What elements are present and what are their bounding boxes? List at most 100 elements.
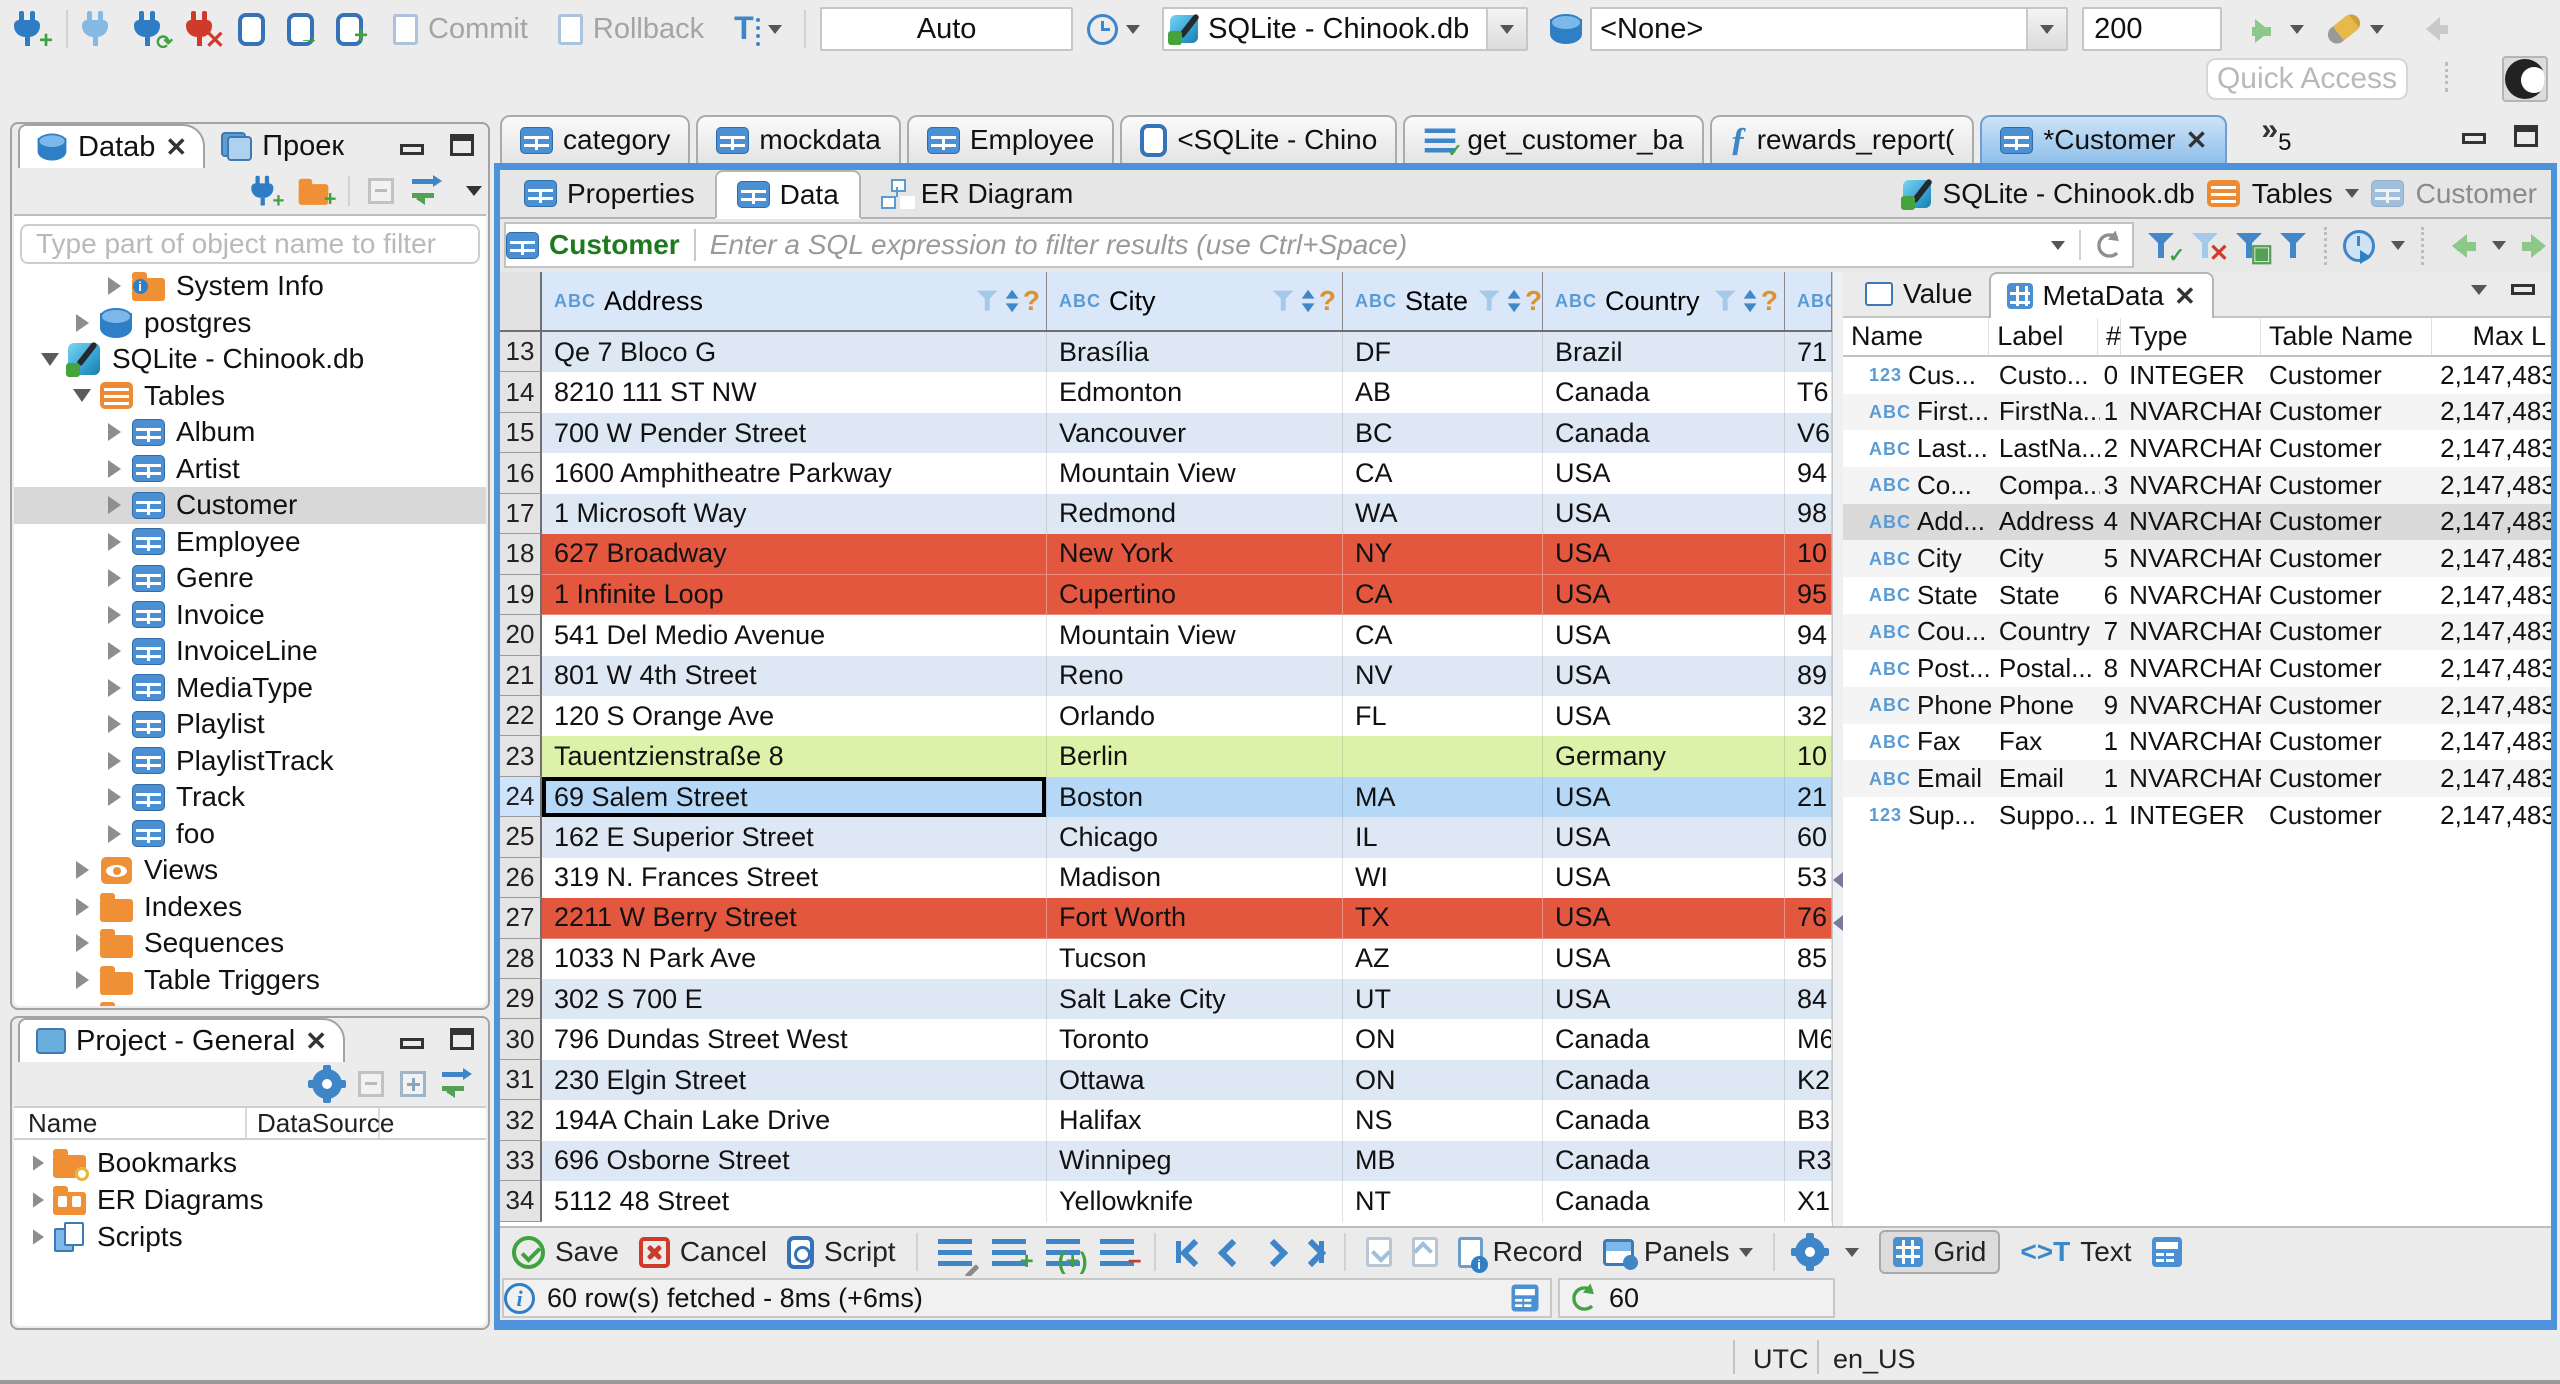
delete-row-icon[interactable]: − xyxy=(1099,1238,1142,1273)
previous-row-icon[interactable] xyxy=(1218,1239,1240,1265)
cell[interactable]: Winnipeg xyxy=(1047,1140,1343,1182)
view-menu-icon[interactable] xyxy=(466,186,482,196)
cell[interactable]: Canada xyxy=(1543,1181,1785,1222)
cell[interactable]: 2211 W Berry Street xyxy=(542,898,1047,939)
cell[interactable]: Cupertino xyxy=(1047,574,1343,616)
cell[interactable]: DF xyxy=(1343,332,1543,373)
meta-row-lastna[interactable]: ABC Last... LastNa... 2 NVARCHAR Customer 2,14… xyxy=(1843,430,2551,467)
cell[interactable]: USA xyxy=(1543,574,1785,616)
filter-history-dropdown-icon[interactable] xyxy=(2051,240,2065,250)
cell[interactable]: V6 xyxy=(1785,412,1832,454)
editor-tab-category[interactable]: category xyxy=(500,115,691,163)
cell[interactable]: 302 S 700 E xyxy=(542,979,1047,1020)
cell[interactable]: NY xyxy=(1343,534,1543,575)
tree-item-sqlite-chinook-db[interactable]: SQLite - Chinook.db xyxy=(14,341,486,378)
project-collapse-icon[interactable] xyxy=(358,1071,384,1097)
quick-access-input[interactable]: Quick Access xyxy=(2206,58,2408,100)
tab-data[interactable]: Data xyxy=(714,170,861,219)
meta-row-state[interactable]: ABC State State 6 NVARCHAR Customer 2,147,483 xyxy=(1843,577,2551,614)
cell[interactable]: NV xyxy=(1343,655,1543,696)
cell[interactable]: Canada xyxy=(1543,412,1785,454)
cell[interactable]: AZ xyxy=(1343,938,1543,979)
collapsed-arrow-icon[interactable] xyxy=(102,678,126,697)
cell[interactable]: Canada xyxy=(1543,1140,1785,1182)
collapsed-arrow-icon[interactable] xyxy=(102,569,126,588)
panel-sash[interactable] xyxy=(1832,272,1843,1226)
project-item-scripts[interactable]: Scripts xyxy=(14,1218,486,1255)
tab-properties[interactable]: Properties xyxy=(504,170,715,217)
back-icon[interactable] xyxy=(2414,17,2449,41)
cell[interactable]: TX xyxy=(1343,898,1543,939)
cell[interactable]: 1 Microsoft Way xyxy=(542,493,1047,535)
cell[interactable]: Ottawa xyxy=(1047,1059,1343,1101)
meta-col-label[interactable]: Label xyxy=(1989,318,2099,355)
collapsed-arrow-icon[interactable] xyxy=(102,751,126,770)
editor-minimize-icon[interactable] xyxy=(2462,133,2486,144)
editor-maximize-icon[interactable] xyxy=(2514,125,2538,147)
fetch-size-input[interactable]: 200 xyxy=(2082,7,2223,51)
grid-settings-dropdown-icon[interactable] xyxy=(1845,1247,1860,1257)
connect-icon[interactable] xyxy=(82,11,112,47)
script-button[interactable]: Script xyxy=(787,1235,896,1269)
project-item-er-diagrams[interactable]: ER Diagrams xyxy=(14,1181,486,1218)
meta-menu-icon[interactable] xyxy=(2471,284,2487,295)
tree-item-table-triggers[interactable]: Table Triggers xyxy=(14,962,486,999)
cell[interactable]: USA xyxy=(1543,655,1785,696)
previous-page-icon[interactable] xyxy=(2440,234,2476,258)
breadcrumb-entity[interactable]: Customer xyxy=(2416,178,2537,210)
meta-col-name[interactable]: Name xyxy=(1843,318,1990,355)
reconnect-icon[interactable]: ⟳ xyxy=(134,11,173,53)
open-sql-console-icon[interactable]: → xyxy=(287,12,319,48)
cell[interactable]: 94 xyxy=(1785,615,1832,656)
col-header-partial[interactable]: ABC xyxy=(1785,272,1832,330)
row-number[interactable]: 24 xyxy=(500,776,542,818)
cell[interactable]: USA xyxy=(1543,979,1785,1020)
meta-row-address[interactable]: ABC Add... Address 4 NVARCHAR Customer 2,147,4… xyxy=(1843,503,2551,541)
cell[interactable]: 5112 48 Street xyxy=(542,1181,1047,1222)
cell[interactable]: Chicago xyxy=(1047,817,1343,858)
cell[interactable]: Canada xyxy=(1543,1100,1785,1141)
cell[interactable]: Qe 7 Bloco G xyxy=(542,332,1047,373)
collapsed-arrow-icon[interactable] xyxy=(70,970,94,989)
expanded-arrow-icon[interactable] xyxy=(38,352,62,366)
cell[interactable]: USA xyxy=(1543,938,1785,979)
cell[interactable]: X1 xyxy=(1785,1181,1832,1222)
editor-tab-employee[interactable]: Employee xyxy=(906,115,1115,163)
row-number[interactable]: 21 xyxy=(500,655,542,696)
cell[interactable]: 21 xyxy=(1785,776,1832,818)
row-number[interactable]: 29 xyxy=(500,979,542,1020)
row-number[interactable]: 28 xyxy=(500,938,542,979)
tree-item-employee[interactable]: Employee xyxy=(14,524,486,561)
tree-item-playlisttrack[interactable]: PlaylistTrack xyxy=(14,743,486,780)
cell[interactable]: Toronto xyxy=(1047,1019,1343,1060)
cell[interactable]: 120 S Orange Ave xyxy=(542,695,1047,737)
cell[interactable]: Reno xyxy=(1047,655,1343,696)
cell[interactable]: 230 Elgin Street xyxy=(542,1059,1047,1101)
col-header-country[interactable]: ABC Country? xyxy=(1543,272,1785,330)
new-connection-icon[interactable]: + xyxy=(14,11,53,53)
cell[interactable]: USA xyxy=(1543,817,1785,858)
sash-collapse-icon[interactable] xyxy=(1833,872,1843,888)
project-settings-icon[interactable] xyxy=(308,1065,346,1103)
cell[interactable]: 76 xyxy=(1785,898,1832,939)
cell[interactable]: 8210 111 ST NW xyxy=(542,372,1047,413)
cell[interactable]: AB xyxy=(1343,372,1543,413)
cell[interactable]: 98 xyxy=(1785,493,1832,535)
cell[interactable]: 89 xyxy=(1785,655,1832,696)
cell[interactable]: 84 xyxy=(1785,979,1832,1020)
cell[interactable]: 69 Salem Street xyxy=(542,776,1047,818)
tree-item-indexes[interactable]: Indexes xyxy=(14,889,486,926)
row-number[interactable]: 31 xyxy=(500,1059,542,1101)
cell[interactable]: Mountain View xyxy=(1047,615,1343,656)
row-number[interactable]: 16 xyxy=(500,453,542,494)
connection-combo[interactable]: SQLite - Chinook.db xyxy=(1162,7,1529,51)
history-dropdown-icon[interactable] xyxy=(1126,24,1141,34)
project-col-datasource[interactable]: DataSource xyxy=(247,1108,394,1138)
col-question-icon[interactable]: ? xyxy=(1761,287,1778,315)
cell[interactable]: USA xyxy=(1543,857,1785,899)
cell[interactable]: 95 xyxy=(1785,574,1832,616)
collapsed-arrow-icon[interactable] xyxy=(102,459,126,478)
tree-item-postgres[interactable]: postgres xyxy=(14,305,486,342)
cell[interactable]: 1033 N Park Ave xyxy=(542,938,1047,979)
save-button[interactable]: Save xyxy=(512,1235,619,1269)
